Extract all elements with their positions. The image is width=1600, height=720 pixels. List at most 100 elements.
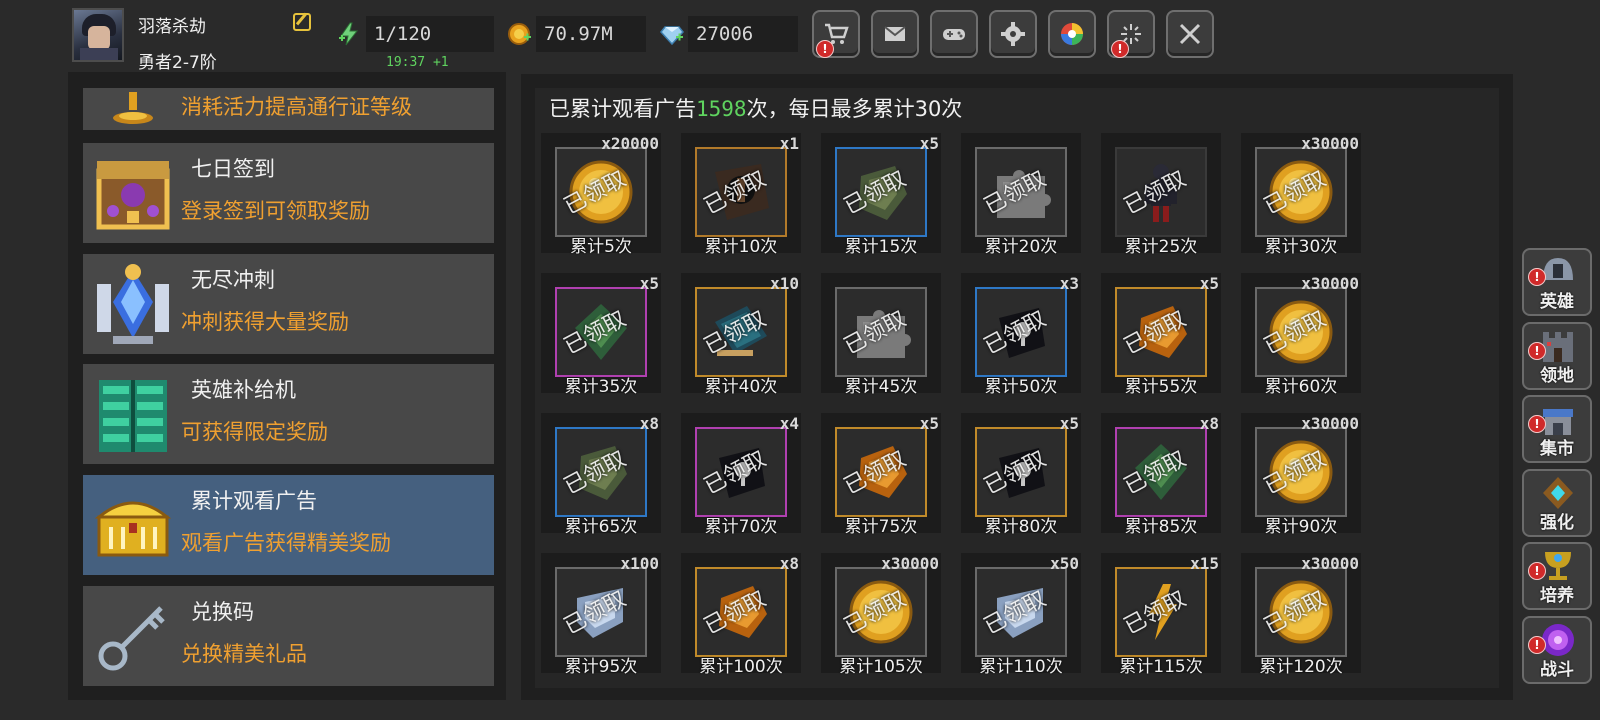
reward-quantity: x8 (1199, 414, 1219, 433)
alert-badge: ! (1528, 636, 1546, 654)
menu-item-desc: 观看广告获得精美奖励 (181, 531, 391, 555)
reward-cell[interactable]: x50 已领取 累计110次 (961, 553, 1081, 677)
reward-cell[interactable]: x30000 已领取 累计30次 (1241, 133, 1361, 257)
reward-cell[interactable]: 已领取 累计45次 (821, 273, 941, 397)
gem-value: 27006 (688, 16, 798, 52)
edit-name-icon[interactable] (293, 13, 311, 31)
reward-cell[interactable]: x8 已领取 累计100次 (681, 553, 801, 677)
energy-value: 1/120 (366, 16, 494, 52)
reward-cell[interactable]: x8 已领取 累计85次 (1101, 413, 1221, 537)
gold-coin-icon (508, 22, 532, 46)
reward-milestone-label: 累计45次 (844, 377, 918, 397)
upgrade-gem-icon (1539, 475, 1577, 511)
reward-cell[interactable]: x8 已领取 累计65次 (541, 413, 661, 537)
reward-milestone-label: 累计70次 (704, 517, 778, 537)
reward-cell[interactable]: x10 已领取 累计40次 (681, 273, 801, 397)
menu-item-sprint[interactable]: 无尽冲刺 冲刺获得大量奖励 (83, 254, 494, 354)
menu-item-title: 累计观看广告 (191, 489, 317, 513)
menu-item-desc: 兑换精美礼品 (181, 642, 307, 666)
reward-cell[interactable]: x4 已领取 累计70次 (681, 413, 801, 537)
nav-label: 领地 (1540, 366, 1574, 386)
nav-market-button[interactable]: 集市! (1522, 395, 1592, 463)
menu-item-redeem[interactable]: 兑换码兑换精美礼品 (83, 586, 494, 686)
reward-cell[interactable]: x5 已领取 累计80次 (961, 413, 1081, 537)
reward-milestone-label: 累计5次 (570, 237, 632, 257)
nav-upgrade-gem-button[interactable]: 强化 (1522, 469, 1592, 537)
player-rank: 勇者2-7阶 (138, 53, 217, 73)
reward-cell[interactable]: x30000 已领取 累计60次 (1241, 273, 1361, 397)
menu-item-title: 英雄补给机 (191, 378, 296, 402)
nav-portal-button[interactable]: 战斗! (1522, 616, 1592, 684)
nav-goblet-button[interactable]: 培养! (1522, 542, 1592, 610)
reward-quantity: x20000 (601, 134, 659, 153)
reward-cell[interactable]: x30000 已领取 累计105次 (821, 553, 941, 677)
reward-quantity: x5 (919, 414, 939, 433)
menu-item-supply[interactable]: 英雄补给机可获得限定奖励 (83, 364, 494, 464)
reward-quantity: x1 (779, 134, 799, 153)
settings-gear-button[interactable] (989, 10, 1037, 58)
reward-milestone-label: 累计20次 (984, 237, 1058, 257)
reward-milestone-label: 累计55次 (1124, 377, 1198, 397)
gamepad-button[interactable] (930, 10, 978, 58)
reward-cell[interactable]: x1 已领取 累计10次 (681, 133, 801, 257)
reward-cell[interactable]: x30000 已领取 累计90次 (1241, 413, 1361, 537)
menu-item-title: 无尽冲刺 (191, 268, 275, 292)
reward-milestone-label: 累计85次 (1124, 517, 1198, 537)
reward-cell[interactable]: x100 已领取 累计95次 (541, 553, 661, 677)
supply-machine-icon (93, 372, 173, 456)
reward-cell[interactable]: x30000 已领取 累计120次 (1241, 553, 1361, 677)
reward-milestone-label: 累计95次 (564, 657, 638, 677)
alert-badge: ! (816, 40, 834, 58)
nav-castle-button[interactable]: 领地! (1522, 322, 1592, 390)
crossed-swords-button[interactable] (1166, 10, 1214, 58)
reward-milestone-label: 累计115次 (1119, 657, 1203, 677)
trophy-icon (107, 92, 159, 126)
reward-quantity: x50 (1050, 554, 1079, 573)
reward-milestone-label: 累计40次 (704, 377, 778, 397)
color-wheel-button[interactable] (1048, 10, 1096, 58)
menu-item-desc: 消耗活力提高通行证等级 (181, 95, 412, 119)
reward-quantity: x15 (1190, 554, 1219, 573)
treasure-chest-icon (93, 151, 173, 235)
shop-cart-button[interactable]: ! (812, 10, 860, 58)
reward-cell[interactable]: x20000 已领取 累计5次 (541, 133, 661, 257)
reward-quantity: x30000 (1301, 414, 1359, 433)
menu-item-desc: 可获得限定奖励 (181, 420, 328, 444)
reward-cell[interactable]: x5 已领取 累计15次 (821, 133, 941, 257)
menu-item-ads[interactable]: 累计观看广告观看广告获得精美奖励 (83, 475, 494, 575)
reward-cell[interactable]: x3 已领取 累计50次 (961, 273, 1081, 397)
reward-quantity: x4 (779, 414, 799, 433)
nav-label: 培养 (1540, 586, 1574, 606)
reward-quantity: x5 (919, 134, 939, 153)
menu-item-title: 七日签到 (191, 157, 275, 181)
mail-button[interactable] (871, 10, 919, 58)
reward-quantity: x10 (770, 274, 799, 293)
reward-quantity: x3 (1059, 274, 1079, 293)
alert-badge: ! (1528, 342, 1546, 360)
reward-milestone-label: 累计15次 (844, 237, 918, 257)
reward-milestone-label: 累计60次 (1264, 377, 1338, 397)
player-avatar[interactable] (72, 8, 124, 62)
nav-label: 集市 (1540, 439, 1574, 459)
reward-cell[interactable]: x5 已领取 累计75次 (821, 413, 941, 537)
menu-item-checkin[interactable]: 七日签到 登录签到可领取奖励 (83, 143, 494, 243)
reward-quantity: x100 (620, 554, 659, 573)
nav-helmet-button[interactable]: 英雄! (1522, 248, 1592, 316)
reward-quantity: x8 (639, 414, 659, 433)
energy-timer: 19:37 +1 (386, 55, 449, 70)
reward-cell[interactable]: x5 已领取 累计35次 (541, 273, 661, 397)
reward-cell[interactable]: x15 已领取 累计115次 (1101, 553, 1221, 677)
player-name: 羽落杀劫 (138, 17, 206, 37)
fireworks-button[interactable]: ! (1107, 10, 1155, 58)
energy-icon (337, 22, 361, 46)
menu-item-pass[interactable]: 消耗活力提高通行证等级 (83, 88, 494, 130)
menu-item-title: 兑换码 (191, 600, 254, 624)
reward-cell[interactable]: 已领取 累计25次 (1101, 133, 1221, 257)
reward-cell[interactable]: 已领取 累计20次 (961, 133, 1081, 257)
crystal-trophy-icon (93, 262, 173, 346)
reward-cell[interactable]: x5 已领取 累计55次 (1101, 273, 1221, 397)
reward-quantity: x5 (1059, 414, 1079, 433)
reward-milestone-label: 累计105次 (839, 657, 923, 677)
gold-value: 70.97M (536, 16, 646, 52)
reward-quantity: x8 (779, 554, 799, 573)
